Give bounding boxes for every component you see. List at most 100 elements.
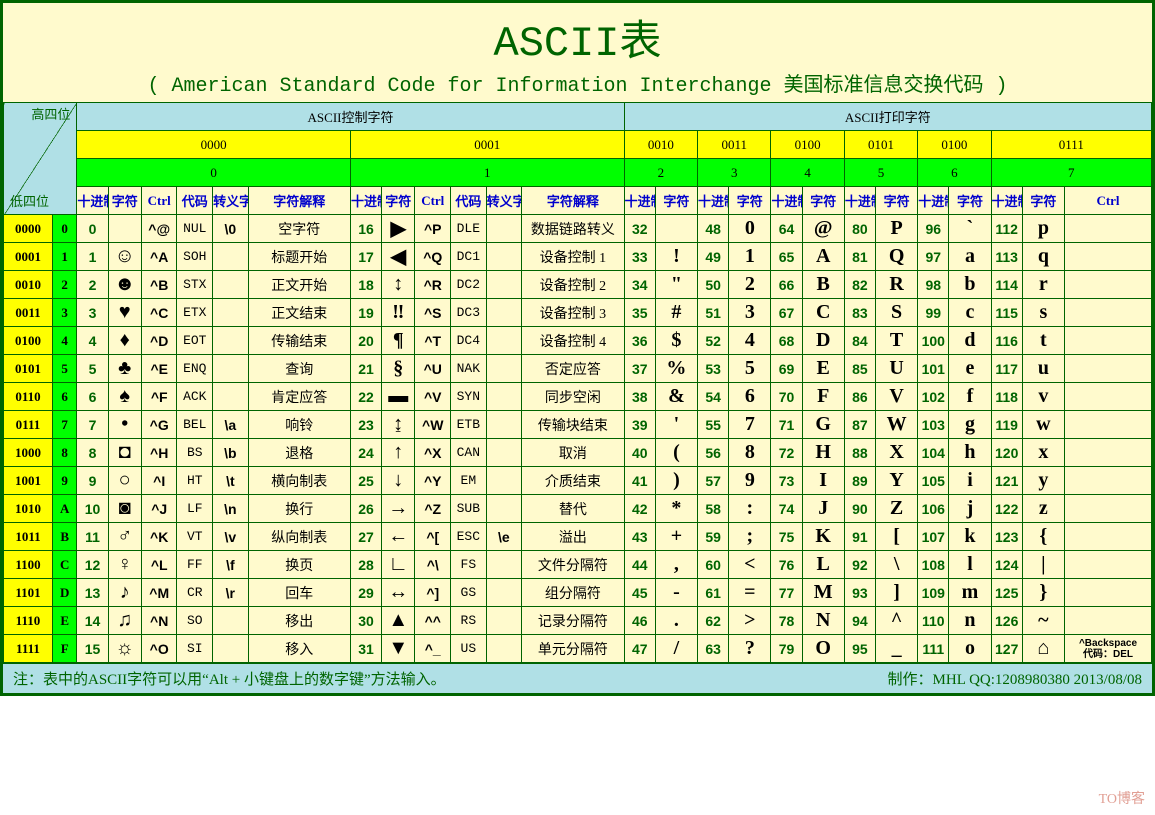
cell-ctrl: ^L bbox=[141, 551, 177, 579]
cell-esc bbox=[213, 607, 249, 635]
cell-chr: ☺ bbox=[108, 243, 141, 271]
cell-dec: 45 bbox=[624, 579, 655, 607]
cell-esc: \b bbox=[213, 439, 249, 467]
cell-dec: 26 bbox=[350, 495, 381, 523]
bin-high-0: 0000 bbox=[77, 131, 351, 159]
dec-high-7: 7 bbox=[991, 159, 1151, 187]
cell-dec: 0 bbox=[77, 215, 108, 243]
cell-esc bbox=[213, 327, 249, 355]
cell-code: NAK bbox=[451, 355, 487, 383]
cell-chr: ‼ bbox=[382, 299, 415, 327]
cell-chr: 3 bbox=[729, 299, 771, 327]
hdr-code: 代码 bbox=[177, 187, 213, 215]
cell-chr: # bbox=[655, 299, 697, 327]
cell-chr: n bbox=[949, 607, 991, 635]
cell-dec: 91 bbox=[844, 523, 875, 551]
cell-chr: 2 bbox=[729, 271, 771, 299]
cell-chr: ▼ bbox=[382, 635, 415, 663]
label-high: 高四位 bbox=[31, 107, 70, 123]
cell-dec: 20 bbox=[350, 327, 381, 355]
cell-chr: < bbox=[729, 551, 771, 579]
cell-ctrl: ^C bbox=[141, 299, 177, 327]
cell-dec: 62 bbox=[698, 607, 729, 635]
cell-ctrl-last bbox=[1065, 271, 1152, 299]
cell-chr: ♥ bbox=[108, 299, 141, 327]
hex-low: F bbox=[52, 635, 76, 663]
cell-esc bbox=[486, 467, 522, 495]
cell-dec: 71 bbox=[771, 411, 802, 439]
cell-ctrl-last bbox=[1065, 523, 1152, 551]
cell-chr: M bbox=[802, 579, 844, 607]
watermark-blog: TO博客 bbox=[1099, 788, 1145, 808]
cell-dec: 9 bbox=[77, 467, 108, 495]
bin-high-7: 0111 bbox=[991, 131, 1151, 159]
hex-low: A bbox=[52, 495, 76, 523]
cell-dec: 59 bbox=[698, 523, 729, 551]
cell-code: ACK bbox=[177, 383, 213, 411]
cell-esc bbox=[213, 355, 249, 383]
cell-chr: a bbox=[949, 243, 991, 271]
data-row: 000000^@NUL\0空字符16▶^PDLE数据链路转义3248064@80… bbox=[4, 215, 1152, 243]
cell-desc: 否定应答 bbox=[522, 355, 624, 383]
cell-ctrl: ^] bbox=[415, 579, 451, 607]
cell-esc bbox=[486, 383, 522, 411]
cell-desc: 替代 bbox=[522, 495, 624, 523]
cell-chr: ↓ bbox=[382, 467, 415, 495]
cell-ctrl-last bbox=[1065, 215, 1152, 243]
cell-dec: 81 bbox=[844, 243, 875, 271]
cell-ctrl-last bbox=[1065, 607, 1152, 635]
cell-dec: 38 bbox=[624, 383, 655, 411]
cell-code: FF bbox=[177, 551, 213, 579]
cell-dec: 106 bbox=[918, 495, 949, 523]
cell-dec: 78 bbox=[771, 607, 802, 635]
cell-chr: j bbox=[949, 495, 991, 523]
bin-high-2: 0010 bbox=[624, 131, 697, 159]
cell-dec: 94 bbox=[844, 607, 875, 635]
hex-low: 1 bbox=[52, 243, 76, 271]
hdr-chr: 字符 bbox=[382, 187, 415, 215]
cell-chr: J bbox=[802, 495, 844, 523]
section-printable: ASCII打印字符 bbox=[624, 103, 1151, 131]
cell-chr: } bbox=[1022, 579, 1064, 607]
data-row: 100088◘^HBS\b退格24↑^XCAN取消40(56872H88X104… bbox=[4, 439, 1152, 467]
cell-chr: V bbox=[875, 383, 917, 411]
cell-chr: + bbox=[655, 523, 697, 551]
cell-ctrl: ^B bbox=[141, 271, 177, 299]
cell-chr: / bbox=[655, 635, 697, 663]
cell-ctrl-last: ^Backspace代码：DEL bbox=[1065, 635, 1152, 663]
cell-chr: x bbox=[1022, 439, 1064, 467]
cell-chr: k bbox=[949, 523, 991, 551]
hdr-chr: 字符 bbox=[108, 187, 141, 215]
cell-ctrl-last bbox=[1065, 467, 1152, 495]
cell-chr: ] bbox=[875, 579, 917, 607]
hdr-dec: 十进制 bbox=[350, 187, 381, 215]
cell-code: DC3 bbox=[451, 299, 487, 327]
cell-chr: e bbox=[949, 355, 991, 383]
cell-chr: ◙ bbox=[108, 495, 141, 523]
cell-chr: " bbox=[655, 271, 697, 299]
cell-desc: 文件分隔符 bbox=[522, 551, 624, 579]
data-row: 1011B11♂^KVT\v纵向制表27←^[ESC\e溢出43+59;75K9… bbox=[4, 523, 1152, 551]
cell-chr: u bbox=[1022, 355, 1064, 383]
hex-low: 3 bbox=[52, 299, 76, 327]
cell-esc bbox=[486, 411, 522, 439]
cell-dec: 85 bbox=[844, 355, 875, 383]
bin-high-1: 0001 bbox=[350, 131, 624, 159]
cell-ctrl: ^D bbox=[141, 327, 177, 355]
section-row: 高四位 低四位 ASCII控制字符 ASCII打印字符 bbox=[4, 103, 1152, 131]
cell-dec: 5 bbox=[77, 355, 108, 383]
hex-low: 7 bbox=[52, 411, 76, 439]
data-row: 010044♦^DEOT传输结束20¶^TDC4设备控制 436$52468D8… bbox=[4, 327, 1152, 355]
cell-chr: ← bbox=[382, 523, 415, 551]
cell-chr: ↔ bbox=[382, 579, 415, 607]
cell-desc: 退格 bbox=[248, 439, 350, 467]
cell-dec: 88 bbox=[844, 439, 875, 467]
cell-esc: \a bbox=[213, 411, 249, 439]
cell-chr: w bbox=[1022, 411, 1064, 439]
cell-chr: = bbox=[729, 579, 771, 607]
dec-high-3: 3 bbox=[698, 159, 771, 187]
hdr-chr: 字符 bbox=[802, 187, 844, 215]
cell-desc: 正文结束 bbox=[248, 299, 350, 327]
dec-high-6: 6 bbox=[918, 159, 991, 187]
cell-chr: ↕ bbox=[382, 271, 415, 299]
